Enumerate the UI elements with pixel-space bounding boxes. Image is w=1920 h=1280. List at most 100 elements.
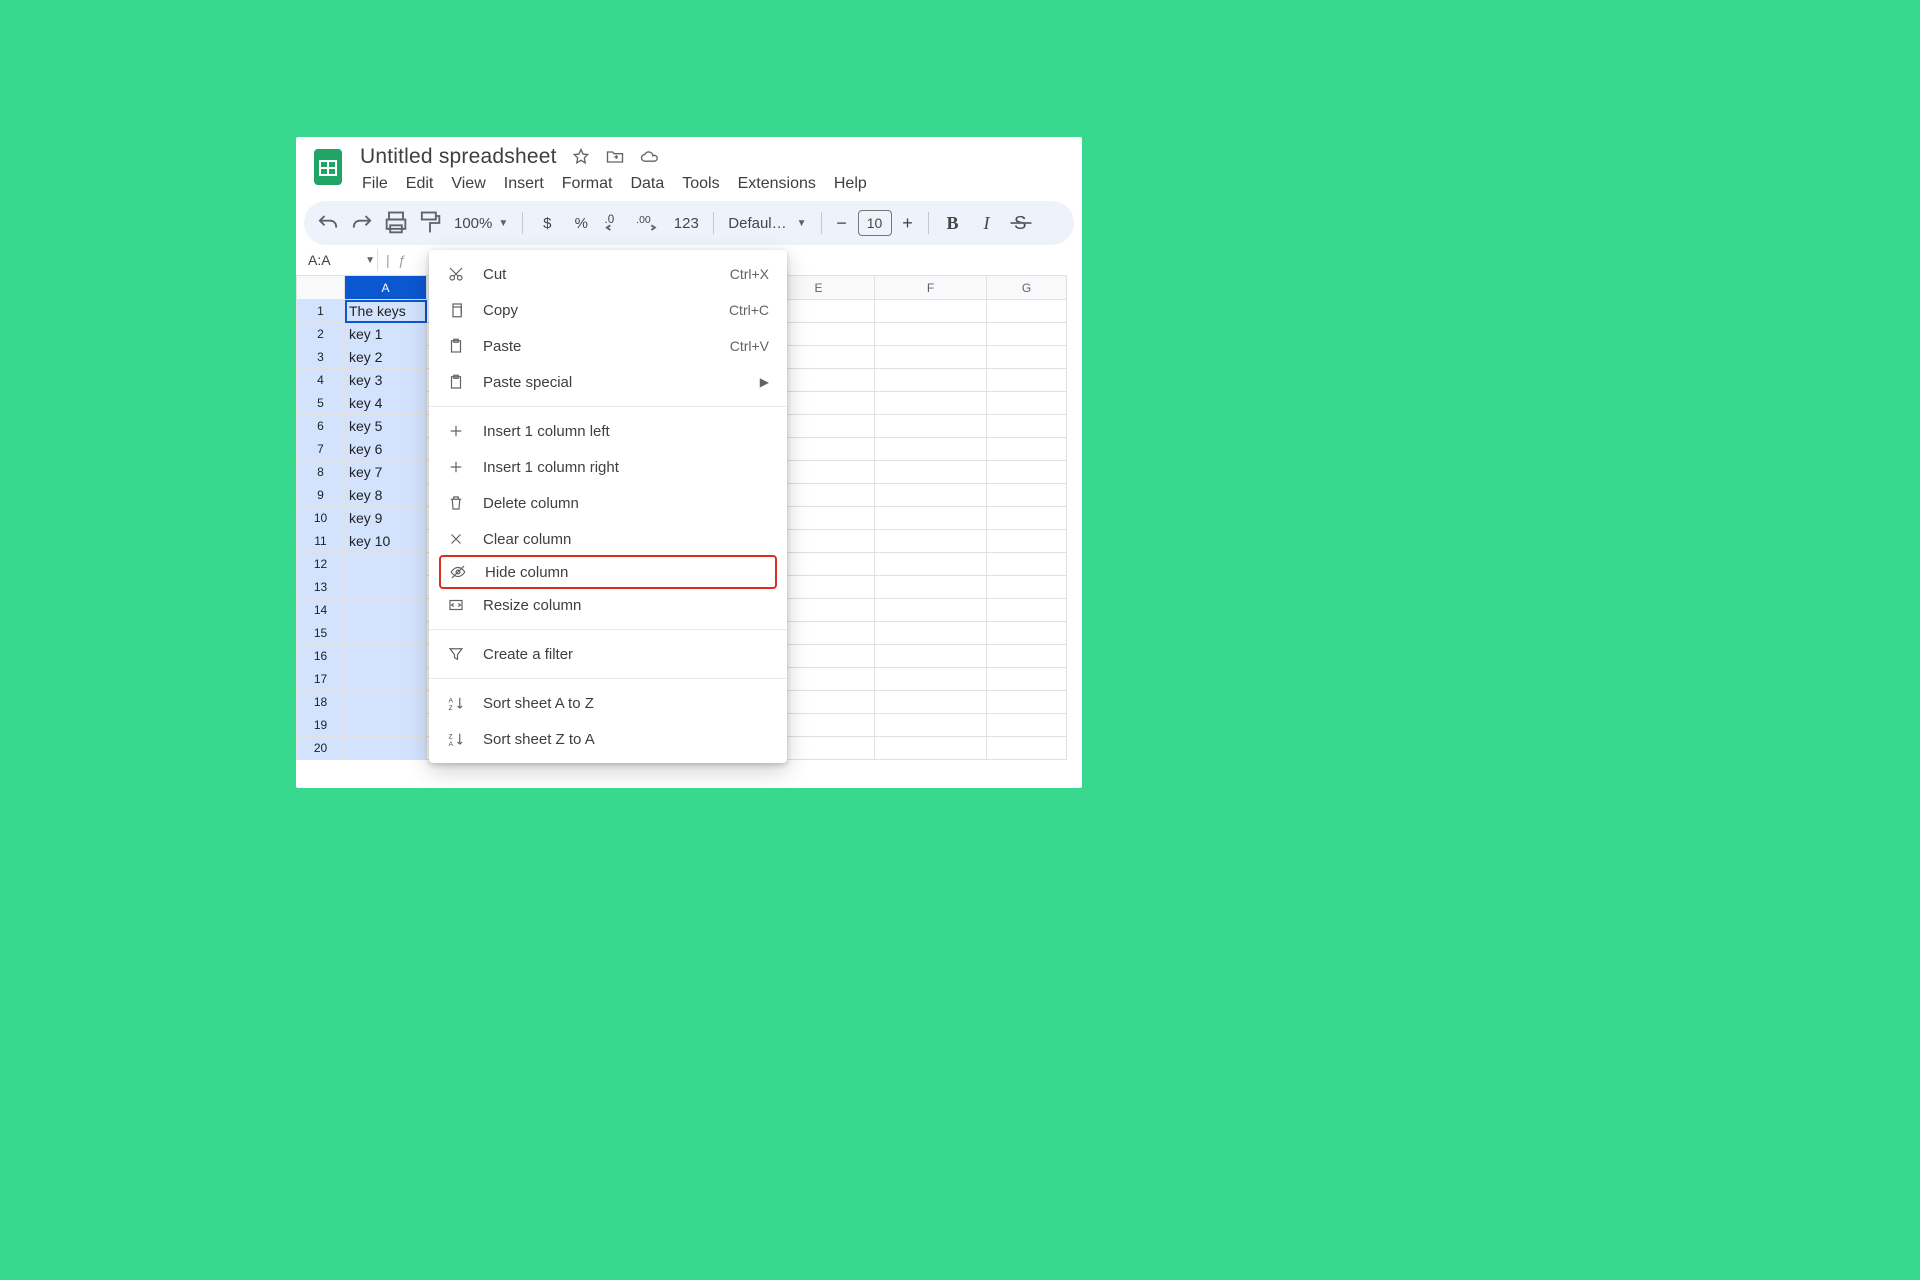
menu-data[interactable]: Data bbox=[630, 175, 664, 193]
row-header[interactable]: 4 bbox=[297, 369, 345, 392]
cell[interactable] bbox=[987, 300, 1067, 323]
ctx-insert-right[interactable]: Insert 1 column right bbox=[429, 449, 787, 485]
redo-icon[interactable] bbox=[348, 209, 376, 237]
ctx-paste[interactable]: Paste Ctrl+V bbox=[429, 328, 787, 364]
format-percent[interactable]: % bbox=[567, 209, 595, 237]
cell[interactable] bbox=[875, 346, 987, 369]
ctx-copy[interactable]: Copy Ctrl+C bbox=[429, 292, 787, 328]
column-header-A[interactable]: A bbox=[345, 276, 427, 300]
font-size-decrease[interactable]: − bbox=[832, 213, 852, 234]
menu-edit[interactable]: Edit bbox=[406, 175, 434, 193]
font-size-increase[interactable]: + bbox=[898, 213, 918, 234]
column-header-F[interactable]: F bbox=[875, 276, 987, 300]
cell[interactable] bbox=[987, 622, 1067, 645]
cloud-status-icon[interactable] bbox=[639, 147, 659, 167]
menu-extensions[interactable]: Extensions bbox=[738, 175, 816, 193]
cell[interactable] bbox=[875, 484, 987, 507]
row-header[interactable]: 18 bbox=[297, 691, 345, 714]
ctx-clear-column[interactable]: Clear column bbox=[429, 521, 787, 557]
italic-button[interactable]: I bbox=[973, 209, 1001, 237]
cell[interactable] bbox=[345, 576, 427, 599]
cell[interactable] bbox=[987, 415, 1067, 438]
cell[interactable] bbox=[875, 300, 987, 323]
format-currency[interactable]: $ bbox=[533, 209, 561, 237]
menu-format[interactable]: Format bbox=[562, 175, 613, 193]
row-header[interactable]: 10 bbox=[297, 507, 345, 530]
row-header[interactable]: 1 bbox=[297, 300, 345, 323]
cell[interactable] bbox=[345, 553, 427, 576]
select-all-corner[interactable] bbox=[297, 276, 345, 300]
cell[interactable] bbox=[875, 438, 987, 461]
cell[interactable] bbox=[875, 507, 987, 530]
cell[interactable] bbox=[987, 668, 1067, 691]
cell[interactable] bbox=[875, 323, 987, 346]
column-header-G[interactable]: G bbox=[987, 276, 1067, 300]
move-folder-icon[interactable] bbox=[605, 147, 625, 167]
cell[interactable]: key 4 bbox=[345, 392, 427, 415]
menu-view[interactable]: View bbox=[451, 175, 485, 193]
cell[interactable] bbox=[987, 553, 1067, 576]
cell[interactable] bbox=[345, 645, 427, 668]
font-family-select[interactable]: Defaul…▼ bbox=[724, 215, 810, 232]
cell[interactable] bbox=[987, 369, 1067, 392]
cell[interactable]: The keys bbox=[345, 300, 427, 323]
cell[interactable]: key 1 bbox=[345, 323, 427, 346]
cell[interactable] bbox=[875, 530, 987, 553]
row-header[interactable]: 17 bbox=[297, 668, 345, 691]
undo-icon[interactable] bbox=[314, 209, 342, 237]
row-header[interactable]: 7 bbox=[297, 438, 345, 461]
bold-button[interactable]: B bbox=[939, 209, 967, 237]
cell[interactable] bbox=[987, 576, 1067, 599]
cell[interactable] bbox=[345, 737, 427, 760]
menu-tools[interactable]: Tools bbox=[682, 175, 719, 193]
cell[interactable]: key 2 bbox=[345, 346, 427, 369]
name-box[interactable]: A:A ▼ bbox=[302, 249, 378, 271]
cell[interactable] bbox=[875, 737, 987, 760]
ctx-sort-za[interactable]: ZA Sort sheet Z to A bbox=[429, 721, 787, 757]
row-header[interactable]: 14 bbox=[297, 599, 345, 622]
row-header[interactable]: 8 bbox=[297, 461, 345, 484]
ctx-paste-special[interactable]: Paste special ▶ bbox=[429, 364, 787, 400]
fx-input[interactable]: ƒ bbox=[398, 252, 406, 268]
cell[interactable]: key 6 bbox=[345, 438, 427, 461]
row-header[interactable]: 16 bbox=[297, 645, 345, 668]
ctx-resize-column[interactable]: Resize column bbox=[429, 587, 787, 623]
decrease-decimal-icon[interactable]: .0 bbox=[601, 209, 629, 237]
cell[interactable] bbox=[875, 622, 987, 645]
row-header[interactable]: 5 bbox=[297, 392, 345, 415]
row-header[interactable]: 11 bbox=[297, 530, 345, 553]
cell[interactable] bbox=[345, 668, 427, 691]
cell[interactable] bbox=[875, 599, 987, 622]
cell[interactable] bbox=[987, 346, 1067, 369]
paint-format-icon[interactable] bbox=[416, 209, 444, 237]
menu-help[interactable]: Help bbox=[834, 175, 867, 193]
row-header[interactable]: 6 bbox=[297, 415, 345, 438]
cell[interactable] bbox=[875, 668, 987, 691]
cell[interactable]: key 3 bbox=[345, 369, 427, 392]
cell[interactable]: key 5 bbox=[345, 415, 427, 438]
cell[interactable] bbox=[987, 599, 1067, 622]
cell[interactable]: key 9 bbox=[345, 507, 427, 530]
ctx-hide-column[interactable]: Hide column bbox=[441, 557, 767, 587]
row-header[interactable]: 15 bbox=[297, 622, 345, 645]
cell[interactable] bbox=[875, 415, 987, 438]
cell[interactable] bbox=[345, 599, 427, 622]
cell[interactable] bbox=[875, 461, 987, 484]
cell[interactable] bbox=[987, 737, 1067, 760]
cell[interactable] bbox=[875, 645, 987, 668]
cell[interactable] bbox=[875, 576, 987, 599]
strike-button[interactable]: S bbox=[1007, 209, 1035, 237]
font-size-input[interactable]: 10 bbox=[858, 210, 892, 236]
cell[interactable] bbox=[987, 461, 1067, 484]
cell[interactable] bbox=[875, 369, 987, 392]
increase-decimal-icon[interactable]: .00 bbox=[635, 209, 663, 237]
document-title[interactable]: Untitled spreadsheet bbox=[360, 145, 557, 169]
cell[interactable] bbox=[987, 691, 1067, 714]
cell[interactable] bbox=[875, 691, 987, 714]
row-header[interactable]: 20 bbox=[297, 737, 345, 760]
cell[interactable] bbox=[345, 714, 427, 737]
cell[interactable]: key 8 bbox=[345, 484, 427, 507]
cell[interactable] bbox=[987, 530, 1067, 553]
zoom-select[interactable]: 100%▼ bbox=[450, 215, 512, 232]
cell[interactable] bbox=[345, 622, 427, 645]
